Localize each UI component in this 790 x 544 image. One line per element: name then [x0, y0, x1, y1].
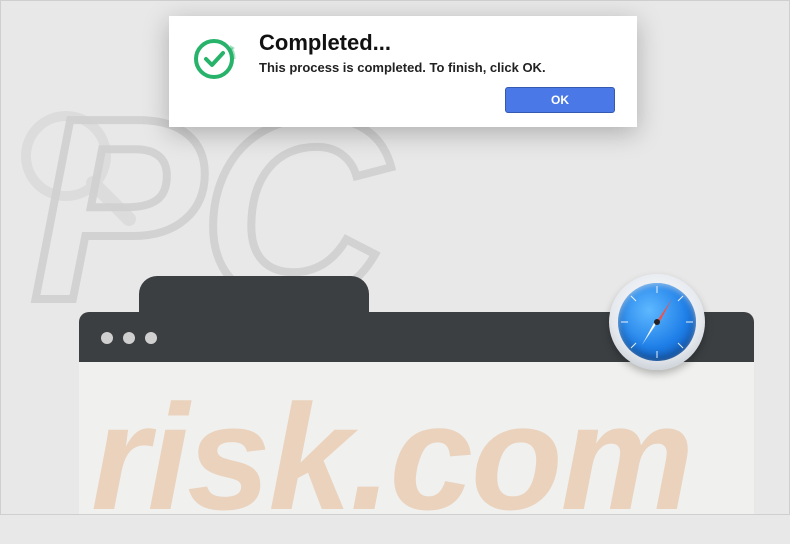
- window-control-dot: [123, 332, 135, 344]
- dialog-actions: OK: [259, 87, 615, 113]
- watermark-magnifier: [11, 101, 141, 236]
- completion-dialog: Completed... This process is completed. …: [169, 16, 637, 127]
- dialog-body: Completed... This process is completed. …: [259, 30, 615, 113]
- browser-tab-shape: [139, 276, 369, 316]
- check-circle-icon: [191, 30, 237, 113]
- safari-icon: [609, 274, 705, 370]
- dialog-title: Completed...: [259, 30, 615, 56]
- dialog-message: This process is completed. To finish, cl…: [259, 60, 615, 75]
- browser-body: [79, 362, 754, 514]
- ok-button[interactable]: OK: [505, 87, 615, 113]
- window-control-dot: [101, 332, 113, 344]
- window-control-dot: [145, 332, 157, 344]
